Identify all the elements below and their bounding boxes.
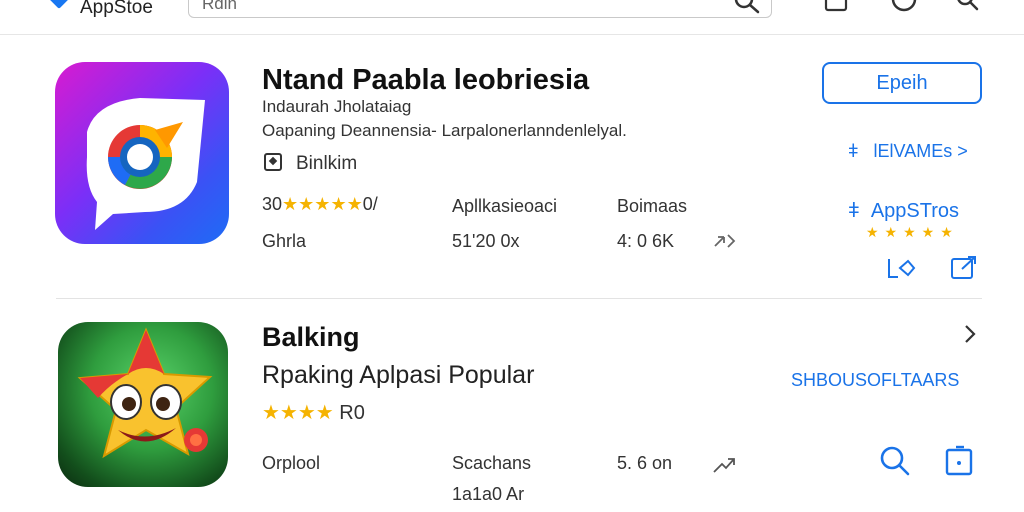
rating-prefix: 30 xyxy=(262,194,283,214)
app-description: Oapaning Deannensia- Larpalonerlanndenle… xyxy=(262,121,627,140)
side-link-2[interactable]: ǂ AppSTros xyxy=(848,200,959,223)
side-stars: ★★★★★ xyxy=(866,224,959,240)
badge-icon xyxy=(264,153,282,171)
row-label: Orplool xyxy=(262,453,321,473)
star-icon: ★★★★ xyxy=(262,402,334,424)
search-icon-top[interactable] xyxy=(955,0,981,19)
rating-row: ★★★★ R0 xyxy=(262,400,365,425)
genre-label: Boimaas xyxy=(617,196,688,216)
app-store-title[interactable]: AppStoe xyxy=(80,0,153,19)
app-icon-chat[interactable] xyxy=(55,62,229,244)
row-value-2: 1a1a0 Ar xyxy=(452,484,525,504)
pin-icon: ǂ xyxy=(848,200,860,222)
share-icon[interactable] xyxy=(712,231,736,254)
search-placeholder: Rdin xyxy=(202,0,237,13)
badge-label: Binlkim xyxy=(296,153,358,174)
star-icon: ★★★★★ xyxy=(282,194,363,214)
rating-suffix: R0 xyxy=(339,402,365,424)
side-link[interactable]: SHBOUSOFLTAARS xyxy=(791,370,959,391)
app-subtitle: Rpaking Aplpasi Popular xyxy=(262,361,535,389)
app-icon-game[interactable] xyxy=(58,322,228,487)
app-developer: Indaurah Jholataiag xyxy=(262,97,412,116)
search-icon[interactable] xyxy=(733,0,761,19)
side-link-1-label: lElVAMEs xyxy=(873,141,953,161)
row2-value: 51'20 0x xyxy=(452,231,520,251)
side-link-1[interactable]: ǂ lElVAMEs > xyxy=(848,141,968,162)
row-size: 5. 6 on xyxy=(617,453,673,473)
row-value: Scachans xyxy=(452,453,532,473)
bookmark-icon[interactable] xyxy=(824,0,848,17)
edit-icon[interactable] xyxy=(886,256,918,285)
row2-size: 4: 0 6K xyxy=(617,231,675,251)
side-link-2-label: AppSTros xyxy=(870,200,959,222)
divider xyxy=(56,298,982,299)
row2-label: Ghrla xyxy=(262,231,307,251)
chevron-right-icon[interactable] xyxy=(962,322,978,351)
external-link-icon[interactable] xyxy=(950,256,978,285)
bag-icon[interactable] xyxy=(944,444,976,483)
app-title[interactable]: Balking xyxy=(262,322,360,353)
category-label: Apllkasieoaci xyxy=(452,196,558,216)
app-title[interactable]: Ntand Paabla leobriesia xyxy=(262,64,589,97)
pin-icon: ǂ xyxy=(848,141,859,161)
chevron-right-icon: > xyxy=(957,141,968,161)
search-input[interactable] xyxy=(188,0,772,18)
rating-row: 30★★★★★0/ xyxy=(262,194,378,215)
open-button[interactable]: Epeih xyxy=(822,62,982,104)
clock-icon[interactable] xyxy=(890,0,918,19)
search-icon[interactable] xyxy=(878,444,912,483)
share-icon[interactable] xyxy=(712,456,738,479)
rating-suffix: 0/ xyxy=(362,194,378,214)
